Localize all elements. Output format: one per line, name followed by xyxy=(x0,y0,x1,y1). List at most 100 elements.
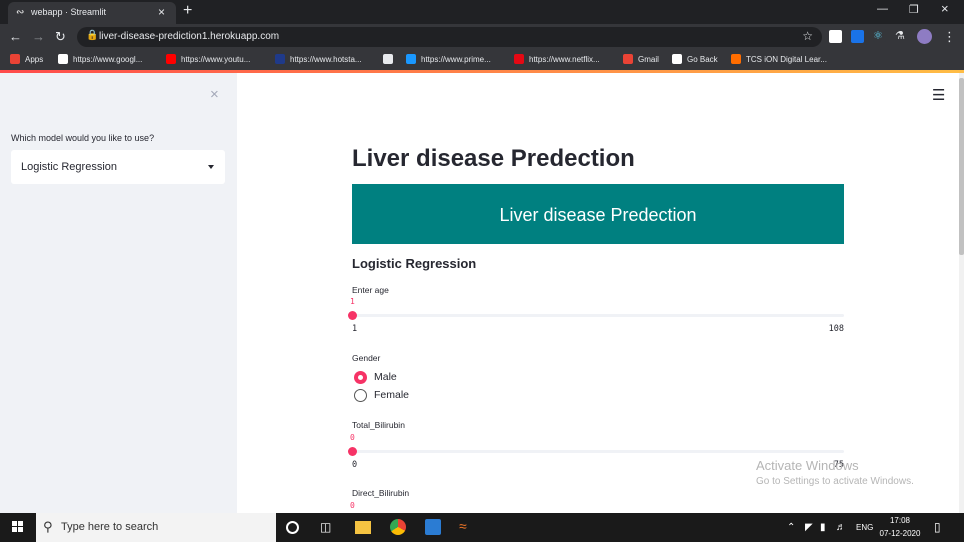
file-explorer-icon[interactable] xyxy=(355,521,371,534)
windows-start-icon[interactable] xyxy=(12,521,24,533)
apps-grid-icon xyxy=(10,54,20,64)
total-bilirubin-min-label: 0 xyxy=(352,460,358,470)
gmail-icon xyxy=(623,54,633,64)
tab-close-icon[interactable]: × xyxy=(158,5,165,19)
age-label: Enter age xyxy=(352,285,389,295)
extension-1-icon[interactable] xyxy=(829,30,842,43)
age-min-label: 1 xyxy=(352,324,358,334)
total-bilirubin-label: Total_Bilirubin xyxy=(352,420,405,430)
bookmark-5[interactable]: https://www.prime... xyxy=(406,54,491,64)
jupyter-icon[interactable]: ≈ xyxy=(459,518,475,534)
bookmark-label: https://www.netflix... xyxy=(529,55,600,64)
bookmark-0[interactable]: Apps xyxy=(10,54,43,64)
model-select-value: Logistic Regression xyxy=(21,161,117,173)
reload-icon[interactable]: ↻ xyxy=(55,29,66,45)
back-icon[interactable]: ← xyxy=(9,29,22,44)
task-view-icon[interactable]: ◫ xyxy=(320,520,336,536)
browser-tab-bar: ∾ webapp · Streamlit × + — ❐ × xyxy=(0,0,964,24)
sidebar: × Which model would you like to use? Log… xyxy=(0,73,237,513)
bookmarks-bar: Apps https://www.googl... https://www.yout… xyxy=(0,50,964,70)
direct-bilirubin-value: 0 xyxy=(350,501,355,510)
taskbar-search-box[interactable]: ⚲ Type here to search xyxy=(36,513,276,542)
new-tab-button[interactable]: + xyxy=(183,2,192,20)
bookmark-8[interactable]: Go Back xyxy=(672,54,718,64)
react-devtools-icon[interactable]: ⚛ xyxy=(873,29,886,42)
forward-icon[interactable]: → xyxy=(32,29,45,44)
chrome-icon[interactable] xyxy=(390,519,406,535)
restore-icon[interactable]: ❐ xyxy=(909,3,919,16)
prime-video-icon xyxy=(406,54,416,64)
gender-option-male[interactable]: Male xyxy=(374,371,397,383)
bookmark-label: https://www.prime... xyxy=(421,55,491,64)
extensions-puzzle-icon[interactable]: ⚗ xyxy=(895,29,908,42)
volume-icon[interactable]: ♬ xyxy=(836,522,846,533)
model-heading: Logistic Regression xyxy=(352,256,477,271)
browser-menu-icon[interactable]: ⋮ xyxy=(943,29,956,45)
bookmark-1[interactable]: https://www.googl... xyxy=(58,54,142,64)
globe-icon xyxy=(383,54,393,64)
gender-option-female[interactable]: Female xyxy=(374,389,409,401)
profile-avatar[interactable] xyxy=(917,29,932,44)
age-slider-track[interactable] xyxy=(352,314,844,317)
google-icon xyxy=(58,54,68,64)
extension-p-icon[interactable] xyxy=(851,30,864,43)
taskbar-search-placeholder: Type here to search xyxy=(61,521,159,533)
browser-tab[interactable]: ∾ webapp · Streamlit × xyxy=(8,2,176,24)
model-select[interactable]: Logistic Regression xyxy=(11,150,225,184)
streamlit-favicon-icon: ∾ xyxy=(16,7,25,18)
wifi-icon[interactable]: ◤ xyxy=(805,522,813,533)
tray-expand-icon[interactable]: ⌃ xyxy=(787,522,795,533)
bookmark-label: Gmail xyxy=(638,55,659,64)
vs-code-icon[interactable] xyxy=(425,519,441,535)
page-scrollbar-thumb[interactable] xyxy=(959,78,964,255)
chevron-down-icon xyxy=(208,165,214,169)
activate-windows-subtitle: Go to Settings to activate Windows. xyxy=(756,476,914,487)
bookmark-4[interactable] xyxy=(383,54,398,64)
bookmark-star-icon[interactable]: ☆ xyxy=(802,29,813,43)
tab-title: webapp · Streamlit xyxy=(31,7,107,17)
bookmark-3[interactable]: https://www.hotsta... xyxy=(275,54,362,64)
direct-bilirubin-label: Direct_Bilirubin xyxy=(352,488,410,498)
bookmark-label: Go Back xyxy=(687,55,718,64)
cortana-icon[interactable] xyxy=(286,521,299,534)
youtube-icon xyxy=(166,54,176,64)
age-slider-thumb[interactable] xyxy=(348,311,357,320)
tcs-ion-icon xyxy=(731,54,741,64)
url-text: liver-disease-prediction1.herokuapp.com xyxy=(99,31,280,42)
address-bar[interactable]: 🔒 liver-disease-prediction1.herokuapp.co… xyxy=(77,27,822,47)
sidebar-close-icon[interactable]: × xyxy=(210,86,219,103)
gender-label: Gender xyxy=(352,353,381,363)
gender-radio-female[interactable] xyxy=(354,389,367,402)
bookmark-label: https://www.googl... xyxy=(73,55,143,64)
bookmark-label: https://www.youtu... xyxy=(181,55,251,64)
total-bilirubin-slider-thumb[interactable] xyxy=(348,447,357,456)
lock-icon: 🔒 xyxy=(86,30,99,41)
clock-time[interactable]: 17:08 xyxy=(880,516,920,525)
hamburger-menu-icon[interactable]: ☰ xyxy=(932,86,945,104)
language-indicator[interactable]: ENG xyxy=(856,523,873,532)
bookmark-7[interactable]: Gmail xyxy=(623,54,659,64)
bookmark-9[interactable]: TCS iON Digital Lear... xyxy=(731,54,827,64)
clock-date[interactable]: 07-12-2020 xyxy=(876,529,924,538)
window-close-icon[interactable]: × xyxy=(941,1,949,16)
netflix-icon xyxy=(514,54,524,64)
minimize-icon[interactable]: — xyxy=(877,3,888,15)
page-title: Liver disease Predection xyxy=(352,145,635,172)
bookmark-2[interactable]: https://www.youtu... xyxy=(166,54,250,64)
bookmark-6[interactable]: https://www.netflix... xyxy=(514,54,600,64)
gender-radio-male[interactable] xyxy=(354,371,367,384)
activate-windows-title: Activate Windows xyxy=(756,458,859,473)
notifications-icon[interactable]: ▯ xyxy=(934,520,941,534)
tcs-icon xyxy=(672,54,682,64)
age-value: 1 xyxy=(350,297,355,306)
total-bilirubin-value: 0 xyxy=(350,433,355,442)
battery-icon[interactable]: ▮ xyxy=(820,522,826,533)
windows-taskbar: ⚲ Type here to search ◫ ≈ ⌃ ◤ ▮ ♬ ENG 17… xyxy=(0,513,964,542)
total-bilirubin-slider-track[interactable] xyxy=(352,450,844,453)
bookmark-label: Apps xyxy=(25,55,44,64)
model-select-label: Which model would you like to use? xyxy=(11,133,155,143)
title-banner: Liver disease Predection xyxy=(352,184,844,244)
main-content: ☰ Liver disease Predection Liver disease… xyxy=(237,73,964,513)
banner-text: Liver disease Predection xyxy=(499,205,697,225)
browser-toolbar: ← → ↻ 🔒 liver-disease-prediction1.heroku… xyxy=(0,24,964,50)
